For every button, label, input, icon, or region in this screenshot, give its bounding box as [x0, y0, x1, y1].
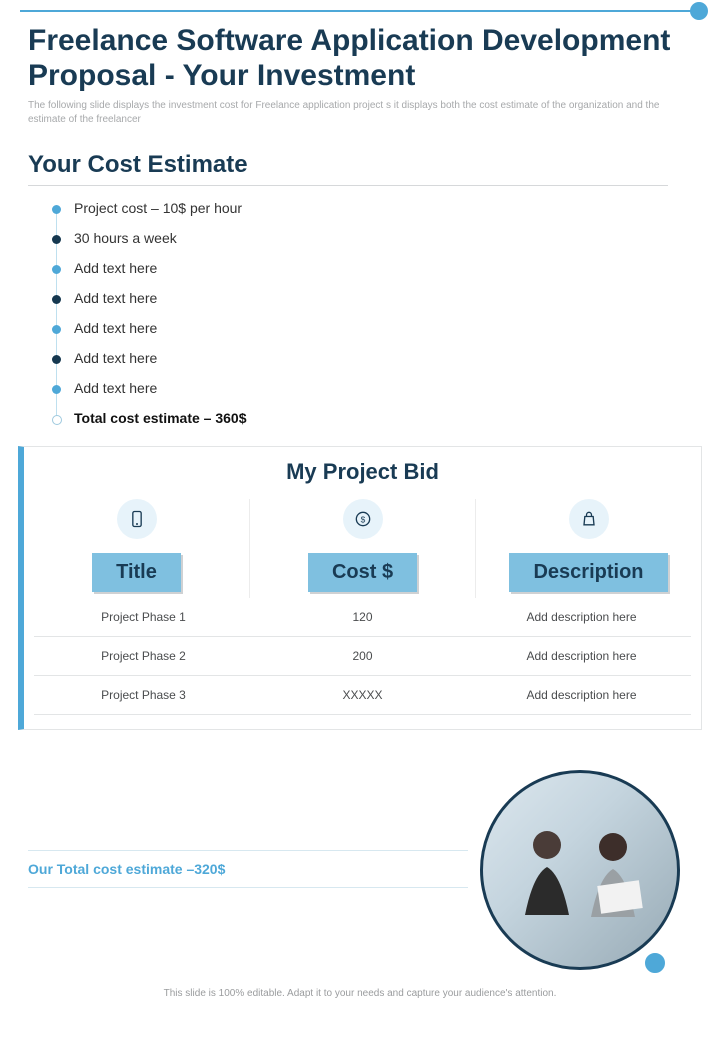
header-dot-icon: [690, 2, 708, 20]
svg-text:$: $: [360, 514, 365, 524]
cell-title: Project Phase 1: [34, 598, 253, 636]
footer-disclaimer: This slide is 100% editable. Adapt it to…: [0, 988, 720, 999]
cell-cost: 200: [253, 637, 472, 675]
list-item-total: Total cost estimate – 360$: [52, 410, 692, 426]
cell-desc: Add description here: [472, 598, 691, 636]
bid-header-row: Title $ Cost $ Description: [24, 493, 701, 598]
bid-col-title: Title: [24, 499, 250, 598]
bid-col-desc: Description: [476, 499, 701, 598]
bid-col-label: Cost $: [308, 553, 417, 592]
list-item: Project cost – 10$ per hour: [52, 200, 692, 216]
table-row: Project Phase 3 XXXXX Add description he…: [34, 676, 691, 715]
bid-col-label: Title: [92, 553, 181, 592]
table-row: Project Phase 2 200 Add description here: [34, 637, 691, 676]
our-total-estimate: Our Total cost estimate –320$: [28, 850, 468, 888]
cell-cost: XXXXX: [253, 676, 472, 714]
phone-icon: [117, 499, 157, 539]
list-item: Add text here: [52, 260, 692, 276]
photo-accent-dot-icon: [642, 950, 668, 976]
cell-title: Project Phase 3: [34, 676, 253, 714]
bid-panel: My Project Bid Title $ Cost $ Descriptio…: [18, 446, 702, 730]
cell-title: Project Phase 2: [34, 637, 253, 675]
bid-col-cost: $ Cost $: [250, 499, 476, 598]
cell-desc: Add description here: [472, 637, 691, 675]
table-row: Project Phase 1 120 Add description here: [34, 598, 691, 637]
bid-col-label: Description: [509, 553, 667, 592]
cost-estimate-heading: Your Cost Estimate: [28, 151, 668, 186]
header-rule: [20, 10, 700, 12]
cost-estimate-list: Project cost – 10$ per hour 30 hours a w…: [52, 200, 692, 426]
list-item: 30 hours a week: [52, 230, 692, 246]
list-item: Add text here: [52, 350, 692, 366]
bag-icon: [569, 499, 609, 539]
photo-circle: [480, 770, 680, 970]
bid-heading: My Project Bid: [24, 447, 701, 493]
page-title: Freelance Software Application Developme…: [28, 24, 692, 93]
money-icon: $: [343, 499, 383, 539]
cell-desc: Add description here: [472, 676, 691, 714]
cell-cost: 120: [253, 598, 472, 636]
list-item: Add text here: [52, 290, 692, 306]
page-subtitle: The following slide displays the investm…: [28, 99, 692, 127]
list-item: Add text here: [52, 320, 692, 336]
list-item: Add text here: [52, 380, 692, 396]
